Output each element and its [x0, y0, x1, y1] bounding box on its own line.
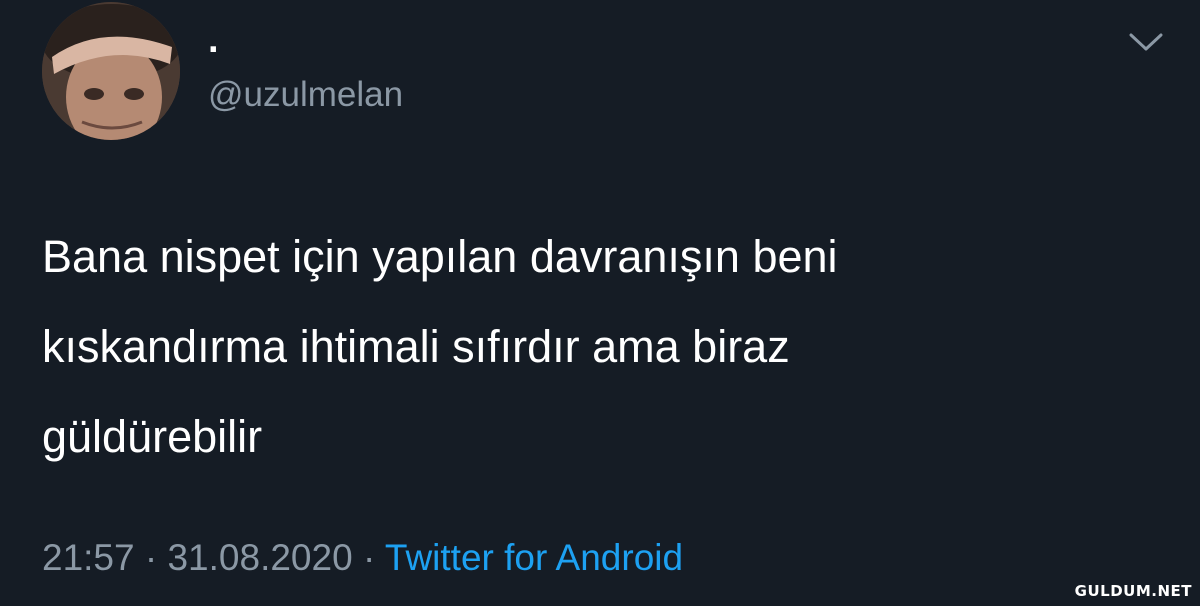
avatar-photo-icon: [42, 2, 180, 140]
tweet-card: . @uzulmelan Bana nispet için yapılan da…: [0, 0, 1200, 606]
chevron-down-icon[interactable]: [1128, 30, 1164, 54]
tweet-text: Bana nispet için yapılan davranışın beni…: [42, 231, 838, 462]
tweet-meta: 21:57 · 31.08.2020 · Twitter for Android: [42, 536, 683, 580]
user-handle[interactable]: @uzulmelan: [208, 75, 403, 115]
meta-separator: ·: [134, 537, 168, 578]
tweet-source-link[interactable]: Twitter for Android: [385, 537, 683, 578]
display-name[interactable]: .: [208, 20, 219, 60]
avatar[interactable]: [42, 2, 180, 140]
tweet-time: 21:57: [42, 537, 135, 578]
tweet-date: 31.08.2020: [167, 537, 353, 578]
watermark: GULDUM.NET: [1074, 582, 1192, 600]
meta-separator: ·: [352, 537, 385, 578]
